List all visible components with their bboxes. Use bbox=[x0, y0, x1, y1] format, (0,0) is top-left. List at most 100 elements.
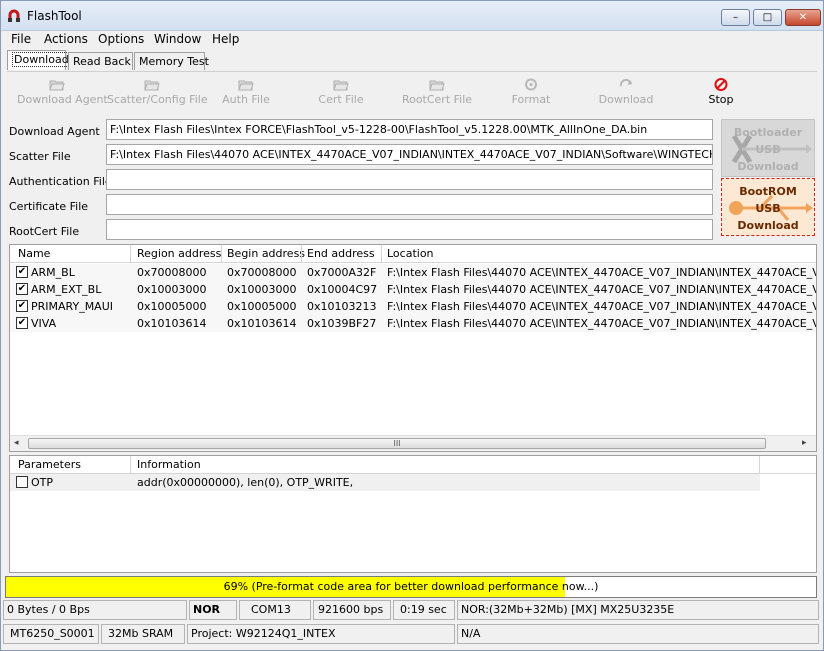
download-button[interactable]: Download bbox=[595, 78, 657, 106]
tab-read-back[interactable]: Read Back bbox=[68, 52, 133, 70]
table-row[interactable]: OTP addr(0x00000000), len(0), OTP_WRITE, bbox=[10, 474, 760, 491]
folder-open-icon bbox=[429, 80, 445, 91]
tab-download[interactable]: Download bbox=[7, 50, 71, 70]
column-divider[interactable] bbox=[221, 245, 222, 263]
bootrom-usb-download-button[interactable]: BootROM USB Download bbox=[721, 178, 815, 236]
rom-region-table: Name Region address Begin address End ad… bbox=[9, 244, 817, 452]
cert-file-button[interactable]: Cert File bbox=[311, 78, 371, 106]
row-name: ARM_BL bbox=[31, 266, 75, 279]
download-agent-button[interactable]: Download Agent bbox=[17, 78, 108, 106]
column-divider[interactable] bbox=[130, 245, 131, 263]
column-header-information[interactable]: Information bbox=[137, 458, 201, 471]
cert-file-label: Cert File bbox=[318, 93, 364, 106]
row-name: PRIMARY_MAUI bbox=[31, 300, 114, 313]
column-divider[interactable] bbox=[130, 456, 131, 474]
table-row[interactable]: ✔ ARM_EXT_BL 0x10003000 0x10003000 0x100… bbox=[10, 281, 816, 298]
minimize-button[interactable]: – bbox=[721, 9, 750, 26]
download-agent-field[interactable]: F:\Intex Flash Files\Intex FORCE\FlashTo… bbox=[106, 119, 713, 140]
row-begin-address: 0x10103614 bbox=[227, 317, 297, 330]
status-bar-1: 0 Bytes / 0 Bps NOR COM13 921600 bps 0:1… bbox=[3, 599, 821, 621]
authentication-file-field-label: Authentication File bbox=[9, 175, 112, 188]
row-location: F:\Intex Flash Files\44070 ACE\INTEX_447… bbox=[387, 266, 817, 279]
row-parameter-name: OTP bbox=[31, 476, 54, 489]
scatter-config-button[interactable]: Scatter/Config File bbox=[107, 78, 208, 106]
horizontal-scrollbar[interactable]: ◂ III ▸ bbox=[10, 435, 816, 451]
bootrom-line-2: USB bbox=[755, 202, 781, 215]
row-location: F:\Intex Flash Files\44070 ACE\INTEX_447… bbox=[387, 300, 817, 313]
stop-button[interactable]: Stop bbox=[703, 78, 739, 106]
close-button[interactable]: ✕ bbox=[785, 9, 821, 26]
download-icon bbox=[619, 78, 632, 87]
bootloader-line-1: Bootloader bbox=[733, 126, 803, 139]
row-begin-address: 0x70008000 bbox=[227, 266, 297, 279]
sram-info: 32Mb SRAM bbox=[101, 624, 185, 644]
certificate-file-field[interactable] bbox=[106, 194, 713, 215]
bootloader-line-3: Download bbox=[737, 160, 799, 173]
row-region-address: 0x10103614 bbox=[137, 317, 207, 330]
table-row[interactable]: ✔ VIVA 0x10103614 0x10103614 0x1039BF27 … bbox=[10, 315, 816, 332]
stop-icon bbox=[714, 78, 728, 91]
column-header-location[interactable]: Location bbox=[387, 247, 434, 260]
scrollbar-thumb[interactable]: III bbox=[28, 438, 766, 449]
column-header-begin-address[interactable]: Begin address bbox=[227, 247, 305, 260]
auth-file-label: Auth File bbox=[222, 93, 270, 106]
row-location: F:\Intex Flash Files\44070 ACE\INTEX_447… bbox=[387, 283, 817, 296]
row-name: ARM_EXT_BL bbox=[31, 283, 102, 296]
menu-file[interactable]: File bbox=[11, 32, 31, 46]
tab-memory-test[interactable]: Memory Test bbox=[134, 52, 209, 70]
row-checkbox[interactable] bbox=[16, 476, 28, 488]
row-region-address: 0x10005000 bbox=[137, 300, 207, 313]
stop-label: Stop bbox=[708, 93, 734, 106]
status-bar-2: MT6250_S0001 32Mb SRAM Project: W92124Q1… bbox=[3, 623, 821, 645]
download-agent-field-label: Download Agent bbox=[9, 125, 100, 138]
tab-download-label: Download bbox=[12, 52, 71, 67]
row-information: addr(0x00000000), len(0), OTP_WRITE, bbox=[137, 476, 354, 489]
parameters-table: Parameters Information OTP addr(0x000000… bbox=[9, 455, 817, 573]
row-region-address: 0x70008000 bbox=[137, 266, 207, 279]
menu-actions[interactable]: Actions bbox=[44, 32, 88, 46]
column-header-parameters[interactable]: Parameters bbox=[18, 458, 81, 471]
transfer-status: 0 Bytes / 0 Bps bbox=[3, 600, 187, 620]
authentication-file-field[interactable] bbox=[106, 169, 713, 190]
folder-open-icon bbox=[238, 80, 254, 91]
format-button[interactable]: Format bbox=[506, 78, 556, 106]
menu-help[interactable]: Help bbox=[212, 32, 239, 46]
progress-text: 69% (Pre-format code area for better dow… bbox=[223, 580, 599, 593]
auth-file-button[interactable]: Auth File bbox=[216, 78, 276, 106]
bootloader-line-2: USB bbox=[755, 143, 781, 156]
column-divider[interactable] bbox=[381, 245, 382, 263]
extra-info: N/A bbox=[457, 624, 819, 644]
menu-window[interactable]: Window bbox=[154, 32, 201, 46]
scroll-right-icon[interactable]: ▸ bbox=[802, 438, 807, 448]
project-info: Project: W92124Q1_INTEX bbox=[187, 624, 455, 644]
certificate-file-field-label: Certificate File bbox=[9, 200, 89, 213]
flash-info: NOR:(32Mb+32Mb) [MX] MX25U3235E bbox=[457, 600, 819, 620]
row-checkbox[interactable]: ✔ bbox=[16, 300, 28, 312]
rootcert-file-field-label: RootCert File bbox=[9, 225, 80, 238]
table-row[interactable]: ✔ ARM_BL 0x70008000 0x70008000 0x7000A32… bbox=[10, 264, 816, 281]
column-header-region-address[interactable]: Region address bbox=[137, 247, 221, 260]
chip-id: MT6250_S0001 bbox=[3, 624, 99, 644]
column-divider[interactable] bbox=[759, 456, 760, 474]
column-header-end-address[interactable]: End address bbox=[307, 247, 375, 260]
rootcert-file-button[interactable]: RootCert File bbox=[400, 78, 474, 106]
scatter-file-field[interactable]: F:\Intex Flash Files\44070 ACE\INTEX_447… bbox=[106, 144, 713, 165]
row-name: VIVA bbox=[31, 317, 57, 330]
com-port: COM13 bbox=[239, 600, 311, 620]
baud-rate: 921600 bps bbox=[313, 600, 391, 620]
menu-options[interactable]: Options bbox=[98, 32, 144, 46]
table-row[interactable]: ✔ PRIMARY_MAUI 0x10005000 0x10005000 0x1… bbox=[10, 298, 816, 315]
column-divider[interactable] bbox=[301, 245, 302, 263]
row-checkbox[interactable]: ✔ bbox=[16, 317, 28, 329]
maximize-button[interactable]: □ bbox=[753, 9, 782, 26]
folder-open-icon bbox=[333, 80, 349, 91]
row-end-address: 0x10004C97 bbox=[307, 283, 378, 296]
bootloader-usb-download-button[interactable]: Bootloader USB Download bbox=[721, 119, 815, 177]
row-checkbox[interactable]: ✔ bbox=[16, 266, 28, 278]
scroll-left-icon[interactable]: ◂ bbox=[14, 438, 19, 448]
folder-open-icon bbox=[144, 80, 160, 91]
row-checkbox[interactable]: ✔ bbox=[16, 283, 28, 295]
download-agent-label: Download Agent bbox=[17, 93, 108, 106]
column-header-name[interactable]: Name bbox=[18, 247, 50, 260]
rootcert-file-field[interactable] bbox=[106, 219, 713, 240]
